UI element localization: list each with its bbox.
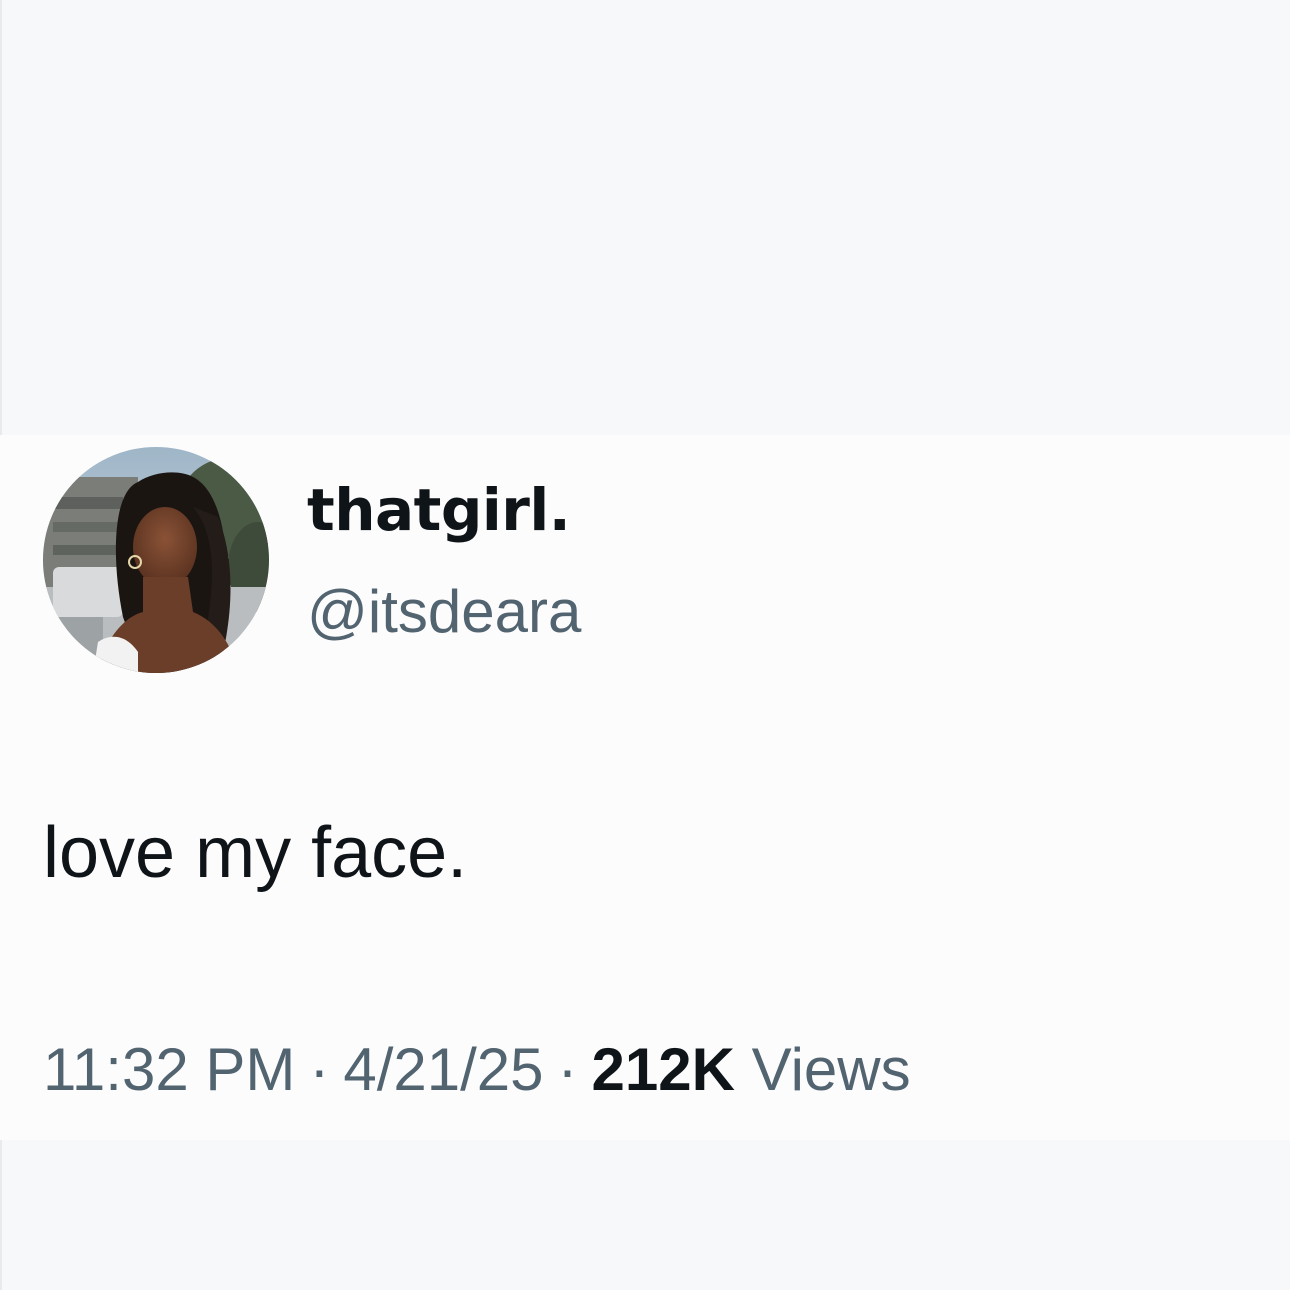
- tweet-time[interactable]: 11:32 PM: [43, 1036, 295, 1103]
- separator-dot: ·: [309, 1036, 330, 1103]
- user-handle[interactable]: @itsdeara: [307, 572, 581, 652]
- page: thatgirl. @itsdeara love my face. 11:32 …: [0, 0, 1290, 1290]
- views-count: 212K: [591, 1036, 735, 1103]
- views-label: Views: [751, 1036, 911, 1103]
- tweet-text: love my face.: [43, 813, 468, 893]
- tweet-metadata: 11:32 PM · 4/21/25 · 212K Views: [43, 1030, 911, 1110]
- avatar[interactable]: [43, 447, 269, 673]
- tweet-date[interactable]: 4/21/25: [343, 1036, 543, 1103]
- avatar-photo: [43, 447, 269, 673]
- display-name[interactable]: thatgirl.: [307, 470, 571, 550]
- separator-dot: ·: [557, 1036, 578, 1103]
